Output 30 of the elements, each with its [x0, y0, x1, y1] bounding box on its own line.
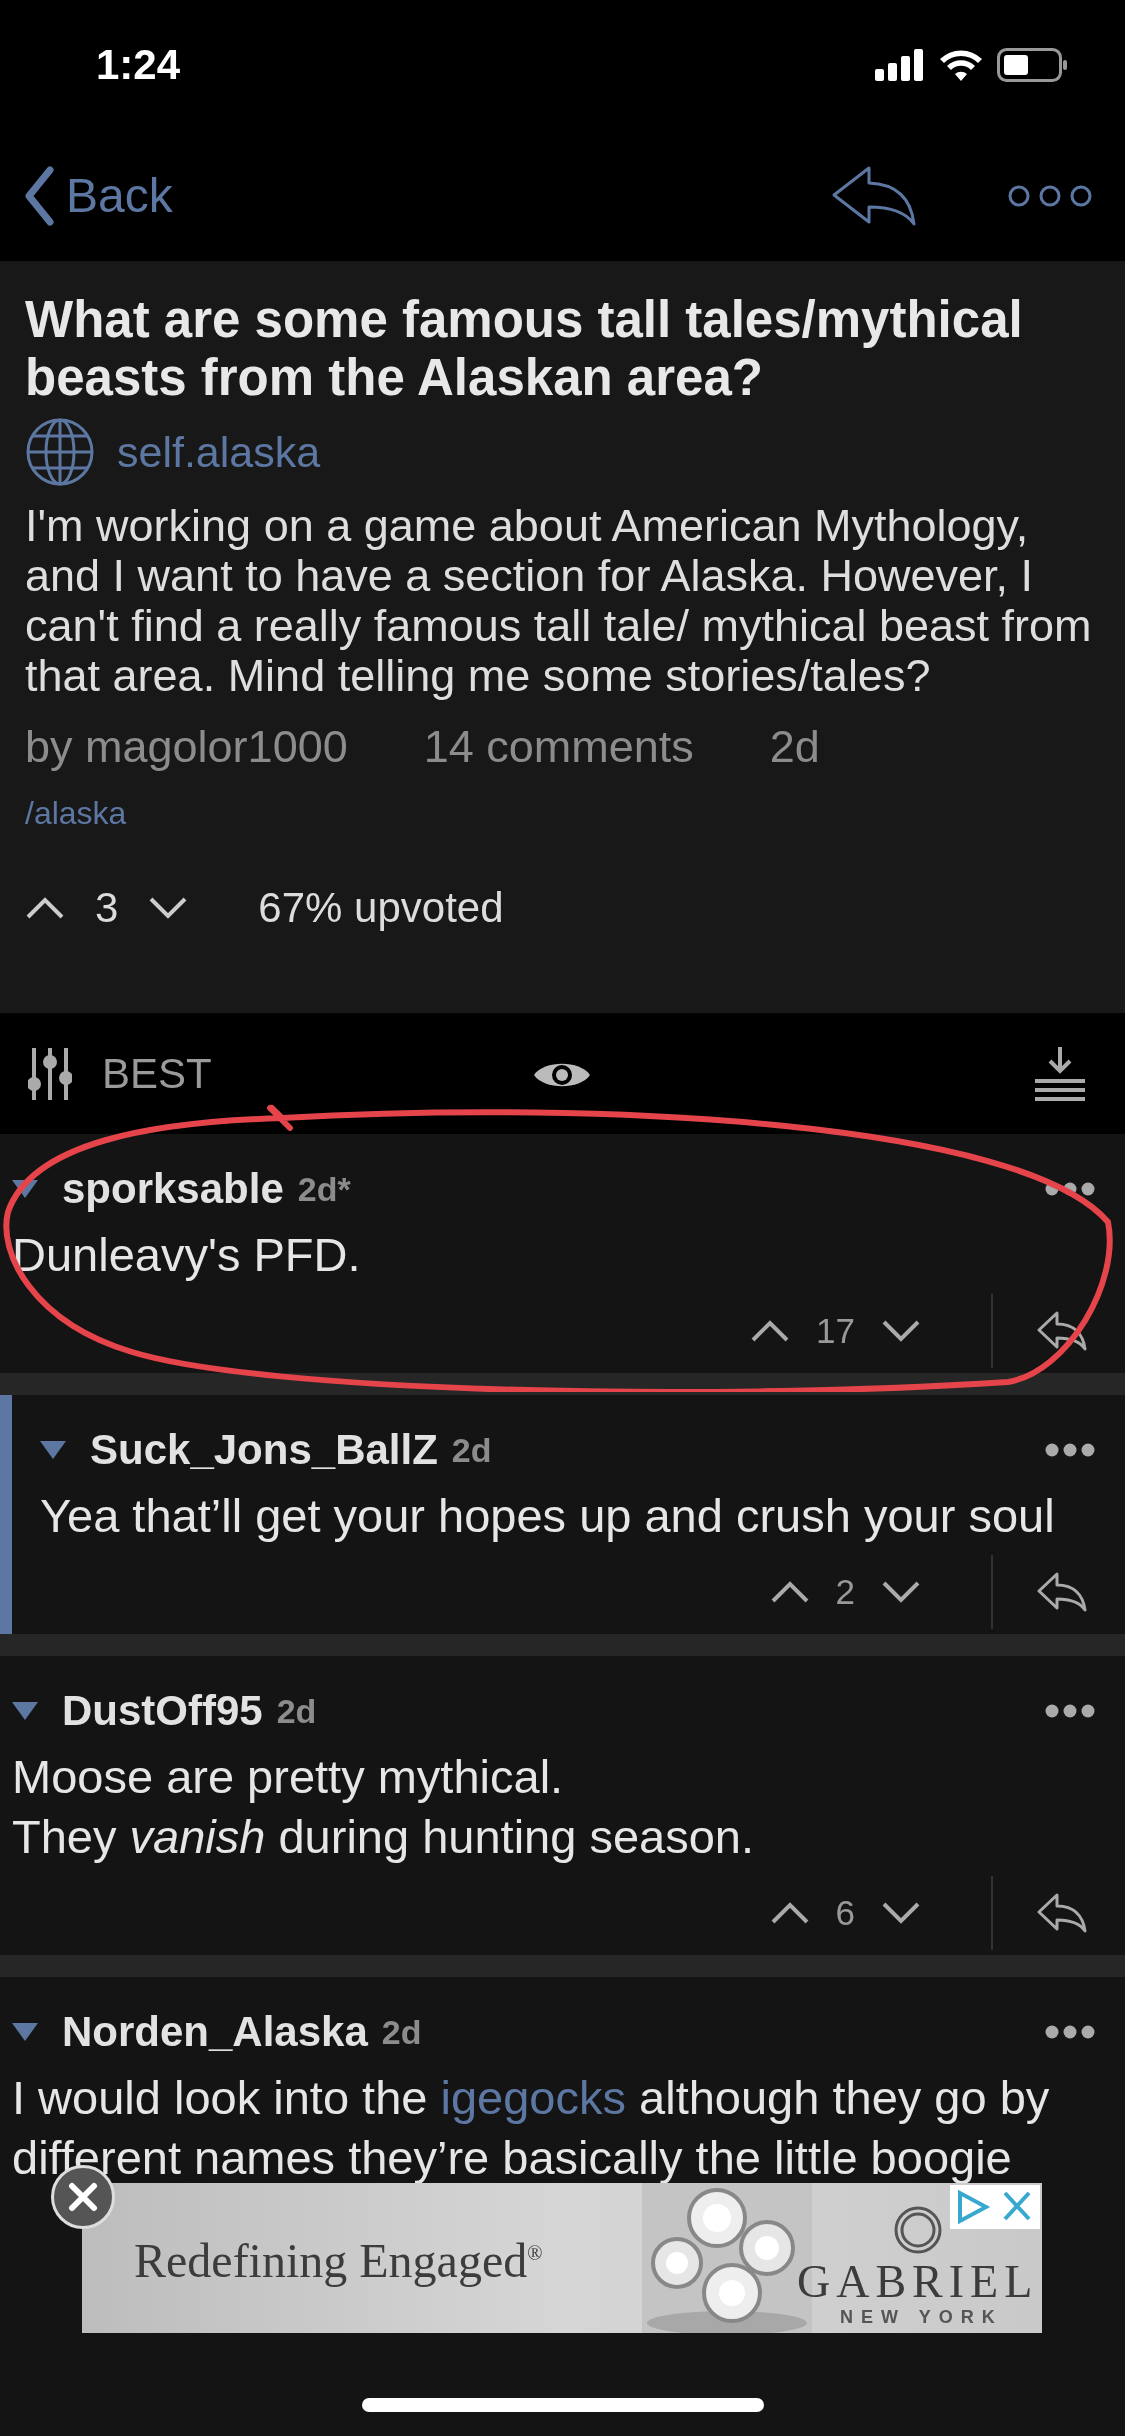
post-score: 3 — [95, 884, 119, 932]
ad-headline: Redefining Engaged$^{®}$ — [134, 2233, 543, 2288]
comment-score: 17 — [816, 1311, 855, 1351]
domain-link[interactable]: self.alaska — [117, 427, 321, 477]
post-title: What are some famous tall tales/mythical beasts from the Alaskan area? — [25, 291, 1024, 407]
comment-age: 2d — [276, 1691, 317, 1731]
back-button[interactable]: Back — [24, 165, 173, 226]
sort-button[interactable]: BEST — [28, 1047, 212, 1100]
comment-score: 2 — [835, 1572, 855, 1612]
ad-city: NEW YORK — [840, 2307, 1003, 2328]
comment-text: Yea that’ll get your hopes up and crush your soul — [40, 1488, 1056, 1544]
comment-author[interactable]: Suck_Jons_BallZ — [90, 1426, 438, 1474]
comment-score: 6 — [835, 1893, 855, 1933]
ad-brand: GABRIEL — [797, 2255, 1039, 2308]
status-time: 1:24 — [96, 41, 181, 89]
comment-author[interactable]: DustOff95 — [62, 1687, 263, 1735]
post-age: 2d — [769, 721, 820, 773]
post-author[interactable]: by magolor1000 — [25, 721, 348, 773]
comment-age: 2d — [451, 1430, 492, 1470]
post-body: I'm working on a game about American Mythology, and I want to have a section for Alaska. However, I can't find a really famous tall tale/ mythical beast from that area. Mind telling me some stories/tales? — [25, 501, 1093, 701]
comment-text: Dunleavy's PFD. — [12, 1227, 362, 1283]
comment-link[interactable]: igegocks — [440, 2071, 626, 2124]
comment-age: 2d* — [297, 1169, 351, 1209]
comment-author[interactable]: Norden_Alaska — [62, 2008, 368, 2056]
comment-author[interactable]: sporksable — [62, 1165, 284, 1213]
upvote-ratio: 67% upvoted — [258, 884, 504, 932]
comment-age: 2d — [381, 2012, 422, 2052]
comment-count: 14 comments — [423, 721, 694, 773]
comment-text: Moose are pretty mythical. They vanish during hunting season. — [12, 1749, 756, 1865]
subreddit-link[interactable]: /alaska — [25, 795, 127, 832]
